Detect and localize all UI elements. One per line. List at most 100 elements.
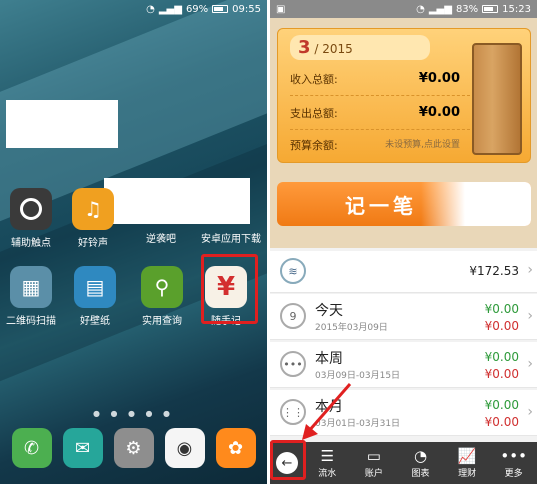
income-value: ¥0.00 [418,71,460,86]
budget-value: 未设预算,点此设置 [385,140,460,150]
balance-row[interactable]: ≋ ¥172.53 › [270,251,537,293]
nav-label: 图表 [411,469,430,479]
qr-scan-icon: ▦ [10,266,52,308]
redacted-area [421,182,531,226]
list-item-today[interactable]: 9 今天 2015年03月09日 ¥0.00 ¥0.00 › [270,294,537,340]
chevron-right-icon: › [527,404,533,420]
month-label: 3 / 2015 [290,35,430,60]
app-nixi[interactable]: 逆袭吧 [129,230,193,245]
nav-label: 更多 [504,469,523,479]
balance-amount: ¥172.53 [469,264,519,278]
battery-icon [212,5,229,13]
chevron-right-icon: › [527,308,533,324]
income-label: 收入总额: [290,73,338,86]
month-number: 3 [298,37,311,58]
item-expense: ¥0.00 [484,319,519,333]
music-note-icon: ♫ [72,188,114,230]
app-android-download[interactable]: 安卓应用下载 [196,230,266,245]
highlight-box [270,440,306,480]
nav-label: 理财 [458,469,477,479]
income-row: 收入总额: ¥0.00 [290,71,460,87]
settings-icon[interactable]: ⚙ [113,428,154,468]
app-wallpaper[interactable]: ▤ 好壁纸 [63,266,127,327]
clock: 09:55 [232,3,261,15]
wallpaper-icon: ▤ [74,266,116,308]
divider [290,129,470,130]
battery-icon [482,5,499,13]
highlight-box [201,254,258,324]
nav-finance[interactable]: 📈 理财 [444,442,491,484]
clock: 15:23 [502,3,531,15]
wifi-icon: ◔ [146,3,155,15]
dock: ✆ ✉ ⚙ ◉ ✿ [0,424,267,472]
year-text: / 2015 [314,42,353,56]
item-income: ¥0.00 [484,398,519,412]
nav-charts[interactable]: ◔ 图表 [397,442,444,484]
summary-card[interactable]: 3 / 2015 收入总额: ¥0.00 支出总额: ¥0.00 预算余额: 未… [277,28,531,163]
item-expense: ¥0.00 [484,415,519,429]
search-tools-icon: ⚲ [141,266,183,308]
battery-percent: 69% [185,3,209,15]
suishouji-app: ▣ ◔ ▂▄▆ 83% 15:23 3 / 2015 收入总额: ¥0.00 支… [270,0,537,484]
calendar-week-icon: ••• [280,351,306,377]
notification-icon: ▣ [276,3,286,15]
nav-label: 账户 [364,469,383,479]
trend-chart-icon: 📈 [457,447,477,465]
item-income: ¥0.00 [484,350,519,364]
redacted-widget [6,100,118,148]
app-label: 实用查询 [142,316,182,327]
app-label: 逆袭吧 [146,234,176,245]
expense-value: ¥0.00 [418,105,460,120]
app-qr-scanner[interactable]: ▦ 二维码扫描 [0,266,63,327]
expense-label: 支出总额: [290,107,338,120]
divider [290,95,470,96]
camera-icon[interactable]: ◉ [164,428,205,468]
account-book-icon [472,43,522,155]
assistive-touch-icon [10,188,52,230]
red-arrow-annotation [302,383,352,440]
status-bar: ◔ ▂▄▆ 69% 09:55 [0,0,267,18]
calendar-day-icon: 9 [280,303,306,329]
item-income: ¥0.00 [484,302,519,316]
bottom-nav: ← ☰ 流水 ▭ 账户 ◔ 图表 📈 理财 ••• 更多 [270,442,537,484]
home-screen: ◔ ▂▄▆ 69% 09:55 辅助触点 ♫ 好铃声 逆袭吧 安卓应用下载 ▦ … [0,0,267,484]
app-label: 辅助触点 [11,238,51,249]
item-date: 2015年03月09日 [315,323,388,333]
app-label: 好壁纸 [80,316,110,327]
app-search-tools[interactable]: ⚲ 实用查询 [130,266,194,327]
app-label: 安卓应用下载 [201,234,261,245]
budget-label: 预算余额: [290,139,338,152]
nav-transactions[interactable]: ☰ 流水 [304,442,351,484]
app-assistive-touch[interactable]: 辅助触点 [0,188,63,249]
wifi-icon: ◔ [416,3,425,15]
item-expense: ¥0.00 [484,367,519,381]
nav-more[interactable]: ••• 更多 [490,442,537,484]
app-ringtone[interactable]: ♫ 好铃声 [61,188,125,249]
nav-accounts[interactable]: ▭ 账户 [351,442,398,484]
messages-icon[interactable]: ✉ [62,428,103,468]
expense-row: 支出总额: ¥0.00 [290,105,460,121]
signal-icon: ▂▄▆ [428,3,452,15]
chevron-right-icon: › [527,356,533,372]
app-label: 二维码扫描 [6,316,56,327]
coins-icon: ≋ [280,258,306,284]
battery-percent: 83% [455,3,479,15]
phone-icon[interactable]: ✆ [11,428,52,468]
app-label: 好铃声 [78,238,108,249]
budget-row[interactable]: 预算余额: 未设预算,点此设置 [290,137,460,153]
status-bar: ▣ ◔ ▂▄▆ 83% 15:23 [270,0,537,18]
page-indicator: ● ● ● ● ● [92,409,175,418]
wallet-icon: ▭ [366,447,381,465]
redacted-widget [104,178,250,224]
item-title: 今天 [315,303,343,319]
nav-label: 流水 [318,469,337,479]
record-button[interactable]: 记一笔 [277,182,531,226]
item-title: 本周 [315,351,343,367]
signal-icon: ▂▄▆ [158,3,182,15]
more-icon: ••• [500,447,527,465]
uc-browser-icon[interactable]: ✿ [215,428,256,468]
list-icon: ☰ [320,447,335,465]
record-button-label: 记一笔 [345,193,417,218]
chevron-right-icon: › [527,262,533,278]
pie-chart-icon: ◔ [413,447,428,465]
